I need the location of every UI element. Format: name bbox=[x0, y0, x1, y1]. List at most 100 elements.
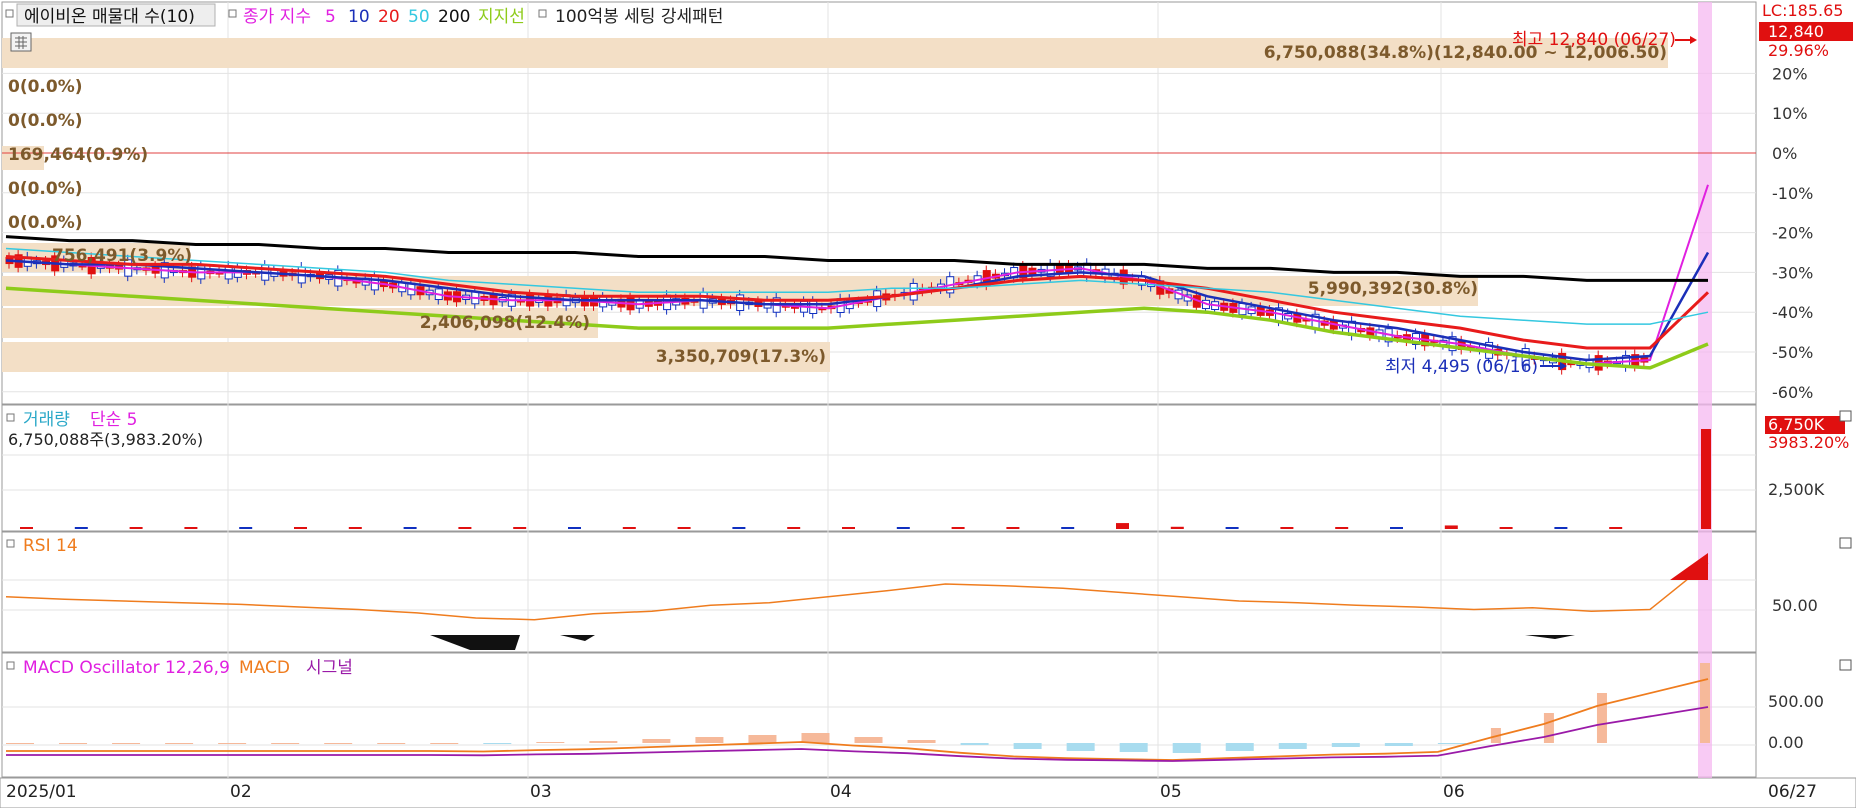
macd-hist-25 bbox=[1331, 743, 1360, 747]
legend-ma50: 50 bbox=[408, 7, 430, 27]
macd-hist-11 bbox=[589, 741, 618, 743]
macd-hist-23 bbox=[1225, 743, 1254, 751]
volume-bar-9 bbox=[513, 527, 527, 529]
vp-label-5: 0(0.0%) bbox=[8, 213, 83, 233]
macd-hist-14 bbox=[748, 735, 777, 743]
vp-label-1: 0(0.0%) bbox=[8, 77, 83, 97]
volume-bar-5 bbox=[294, 527, 307, 529]
volume-collapse-icon[interactable] bbox=[1839, 410, 1852, 422]
volume-bar-21 bbox=[1170, 526, 1184, 529]
volume-bar-3 bbox=[184, 527, 198, 529]
legend-ma20: 20 bbox=[378, 7, 400, 27]
macd-tick-0: 0.00 bbox=[1768, 733, 1804, 752]
macd-hist-19 bbox=[1013, 743, 1042, 749]
volume-bar-30 bbox=[1701, 429, 1711, 529]
x-label-last: 06/27 bbox=[1768, 782, 1817, 802]
macd-hist-2 bbox=[112, 743, 141, 744]
price-tick-3: -10% bbox=[1772, 184, 1813, 203]
x-label-2: 03 bbox=[530, 782, 552, 802]
macd-hist-10 bbox=[536, 742, 565, 743]
macd-hist-0 bbox=[6, 743, 34, 744]
highlight-column bbox=[1698, 2, 1712, 778]
volume-bar-7 bbox=[403, 527, 417, 529]
current-price: 12,840 bbox=[1768, 22, 1824, 41]
volume-bar-27 bbox=[1499, 527, 1513, 529]
volume-bar-17 bbox=[951, 527, 965, 529]
volume-bar-11 bbox=[622, 527, 636, 529]
macd-hist-5 bbox=[271, 743, 300, 744]
volume-bar-2 bbox=[129, 527, 143, 529]
price-tick-6: -40% bbox=[1772, 303, 1813, 322]
lc-label: LC:185.65 bbox=[1762, 1, 1843, 20]
macd-hist-4 bbox=[218, 743, 247, 744]
macd-hist-7 bbox=[377, 743, 406, 744]
volume-bar-26 bbox=[1444, 525, 1458, 529]
price-tick-2: 0% bbox=[1772, 144, 1797, 163]
macd-hist-29 bbox=[1543, 713, 1554, 743]
volume-bar-8 bbox=[458, 527, 472, 529]
macd-hist-17 bbox=[907, 740, 936, 743]
macd-hist-30 bbox=[1596, 693, 1607, 743]
macd-hist-9 bbox=[483, 743, 512, 744]
macd-hist-22 bbox=[1172, 743, 1201, 753]
price-tick-5: -30% bbox=[1772, 263, 1813, 282]
current-change: 29.96% bbox=[1768, 41, 1829, 60]
macd-hist-24 bbox=[1278, 743, 1307, 749]
macd-collapse-icon[interactable] bbox=[1839, 659, 1852, 671]
macd-title: MACD Oscillator 12,26,9 bbox=[23, 658, 230, 678]
macd-hist-12 bbox=[642, 739, 671, 743]
grid-icon[interactable] bbox=[10, 32, 32, 52]
macd-hist-16 bbox=[854, 737, 883, 743]
volume-bar-22 bbox=[1225, 527, 1239, 529]
legend-pattern: 100억봉 세팅 강세패턴 bbox=[555, 7, 723, 27]
macd-hist-1 bbox=[59, 743, 88, 744]
macd-hist-21 bbox=[1119, 743, 1148, 752]
volume-bar-1 bbox=[74, 527, 88, 529]
volume-bar-24 bbox=[1335, 527, 1349, 529]
legend-ma200: 200 bbox=[438, 7, 470, 27]
vp-label-9: 3,350,709(17.3%) bbox=[656, 347, 826, 367]
macd-hist-13 bbox=[695, 737, 724, 743]
x-label-3: 04 bbox=[830, 782, 852, 802]
macd-hist-26 bbox=[1384, 743, 1413, 746]
macd-hist-27 bbox=[1437, 743, 1466, 744]
macd-tick-500: 500.00 bbox=[1768, 692, 1824, 711]
rsi-collapse-icon[interactable] bbox=[1839, 537, 1852, 549]
legend-ma5: 5 bbox=[325, 7, 336, 27]
volume-bar-28 bbox=[1554, 527, 1568, 529]
volume-bar-12 bbox=[677, 527, 691, 529]
macd-hist-31 bbox=[1700, 663, 1710, 743]
volume-last-value: 6,750K bbox=[1768, 415, 1825, 434]
volume-title: 거래량 bbox=[23, 410, 70, 430]
macd-hist-3 bbox=[165, 743, 194, 744]
volume-bar-19 bbox=[1061, 527, 1075, 529]
price-axis: LC:185.65 12,840 29.96% 20% 10% 0% -10% -20%… bbox=[1759, 1, 1853, 402]
volume-ma-label: 단순 5 bbox=[90, 410, 138, 430]
volume-bar-13 bbox=[732, 527, 746, 529]
vp-label-2: 0(0.0%) bbox=[8, 111, 83, 131]
volume-last-pct: 3983.20% bbox=[1768, 433, 1849, 452]
vp-label-4: 0(0.0%) bbox=[8, 179, 83, 199]
vp-label-7: 5,990,392(30.8%) bbox=[1308, 279, 1478, 299]
signal-label: 시그널 bbox=[306, 658, 353, 678]
volume-bar-15 bbox=[842, 527, 855, 529]
volume-bar-25 bbox=[1390, 527, 1403, 529]
macd-hist-8 bbox=[430, 743, 459, 744]
price-tick-7: -50% bbox=[1772, 343, 1813, 362]
low-annotation: 최저 4,495 (06/16) bbox=[1385, 357, 1538, 377]
volume-bar-16 bbox=[896, 527, 910, 529]
volume-bar-0 bbox=[20, 527, 33, 529]
rsi-tick-50: 50.00 bbox=[1772, 596, 1818, 615]
volume-tick-2500: 2,500K bbox=[1768, 480, 1825, 499]
stock-chart: 에이비온 매물대 수(10) 종가 지수 5 10 20 50 200 지지선 … bbox=[0, 1, 1856, 808]
volume-bar-6 bbox=[348, 527, 362, 529]
x-label-4: 05 bbox=[1160, 782, 1182, 802]
legend-ma10: 10 bbox=[348, 7, 370, 27]
price-tick-8: -60% bbox=[1772, 383, 1813, 402]
legend-support: 지지선 bbox=[478, 7, 525, 27]
volume-bar-10 bbox=[568, 527, 581, 529]
x-label-1: 02 bbox=[230, 782, 252, 802]
macd-hist-18 bbox=[960, 743, 989, 745]
price-tick-4: -20% bbox=[1772, 224, 1813, 243]
volume-bar-23 bbox=[1280, 527, 1294, 529]
